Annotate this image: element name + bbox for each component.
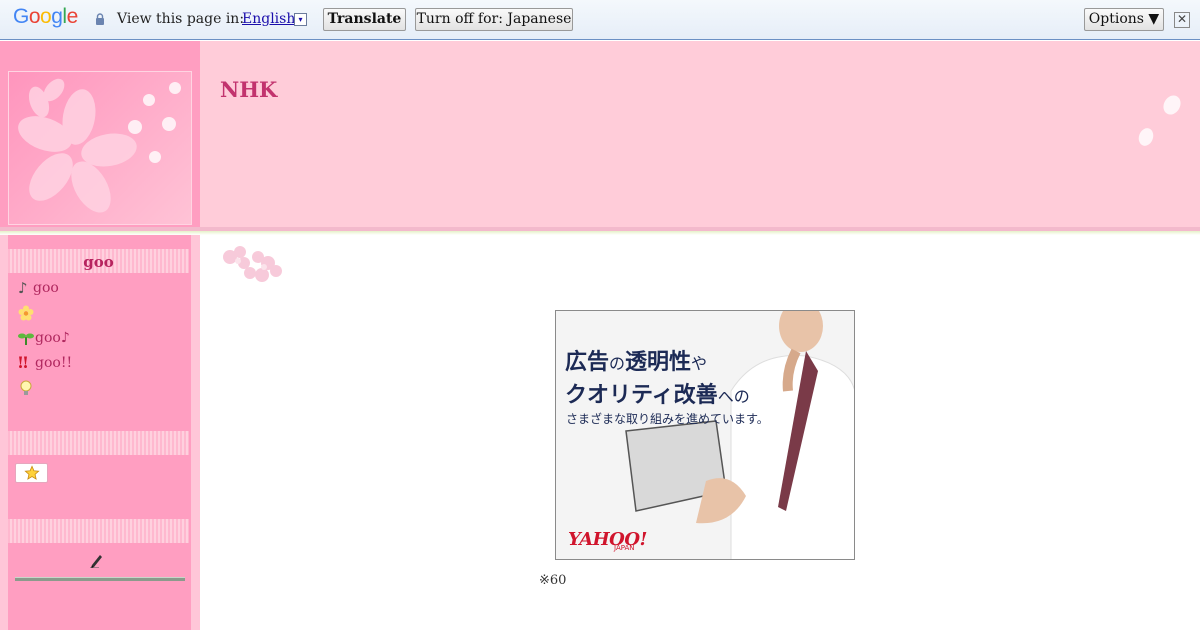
site-title[interactable]: NHK bbox=[220, 77, 277, 102]
sakura-decoration-icon bbox=[223, 246, 282, 282]
note-text: ※60 bbox=[539, 573, 567, 588]
ad-text: への bbox=[717, 387, 750, 406]
language-link[interactable]: English bbox=[242, 11, 295, 27]
yahoo-japan-logo: YAHOO! bbox=[568, 529, 647, 550]
ad-subtext: さまざまな取り組みを進めています。 bbox=[566, 412, 769, 426]
sidebar-rule bbox=[15, 577, 185, 581]
yahoo-ad-banner[interactable]: 広告の透明性や クオリティ改善への さまざまな取り組みを進めています。 YAHO… bbox=[555, 310, 855, 560]
sidebar-item-goo-sprout[interactable]: goo♪ bbox=[18, 330, 70, 346]
sidebar-section-band bbox=[8, 519, 189, 543]
ad-text: 透明性 bbox=[625, 350, 692, 375]
sprout-icon bbox=[18, 333, 34, 345]
ad-text: クオリティ改善 bbox=[565, 383, 718, 408]
sidebar-item-label: goo!! bbox=[35, 355, 73, 371]
pen-icon[interactable] bbox=[89, 552, 105, 568]
star-icon bbox=[23, 465, 40, 480]
ad-text: の bbox=[609, 354, 626, 373]
yahoo-japan-logo-sub: JAPAN bbox=[614, 544, 635, 552]
view-page-in-label: View this page in: bbox=[117, 11, 245, 27]
music-note-icon: ♪ bbox=[18, 279, 28, 297]
sidebar-item-flower[interactable] bbox=[18, 305, 35, 321]
google-logo: Google bbox=[13, 5, 78, 28]
ad-text: 広告 bbox=[565, 350, 610, 375]
options-button[interactable]: Options ▼ bbox=[1084, 8, 1164, 31]
sidebar-section-band bbox=[8, 431, 189, 455]
translate-button[interactable]: Translate bbox=[323, 8, 406, 31]
sidebar-item-label: goo♪ bbox=[35, 330, 70, 346]
sidebar-title: goo bbox=[83, 253, 114, 271]
turn-off-button[interactable]: Turn off for: Japanese bbox=[415, 8, 573, 31]
close-translate-bar-button[interactable]: ✕ bbox=[1174, 12, 1190, 28]
sidebar-item-label: goo bbox=[33, 280, 59, 296]
blog-header: NHK bbox=[0, 41, 1200, 227]
sidebar-item-goo-exclaim[interactable]: ‼ goo!! bbox=[18, 353, 73, 372]
sidebar-item-goo[interactable]: ♪ goo bbox=[18, 280, 59, 296]
double-exclamation-icon: ‼ bbox=[18, 353, 29, 372]
cherry-blossom-header-image bbox=[8, 71, 192, 225]
petals-decoration-icon bbox=[1138, 95, 1181, 146]
star-button[interactable] bbox=[15, 463, 48, 483]
lock-icon bbox=[96, 13, 104, 25]
ad-headline-line1: 広告の透明性や bbox=[565, 344, 707, 376]
ad-headline-line2: クオリティ改善への bbox=[565, 377, 750, 409]
language-dropdown[interactable]: ▾ bbox=[294, 13, 307, 26]
translate-bar: Google View this page in: English ▾ Tran… bbox=[0, 0, 1200, 40]
sidebar-item-lightbulb[interactable] bbox=[18, 380, 35, 396]
lightbulb-icon bbox=[20, 380, 32, 395]
ad-text: や bbox=[691, 354, 708, 373]
cherry-blossom-icon bbox=[18, 78, 181, 213]
flower-icon bbox=[18, 305, 34, 321]
